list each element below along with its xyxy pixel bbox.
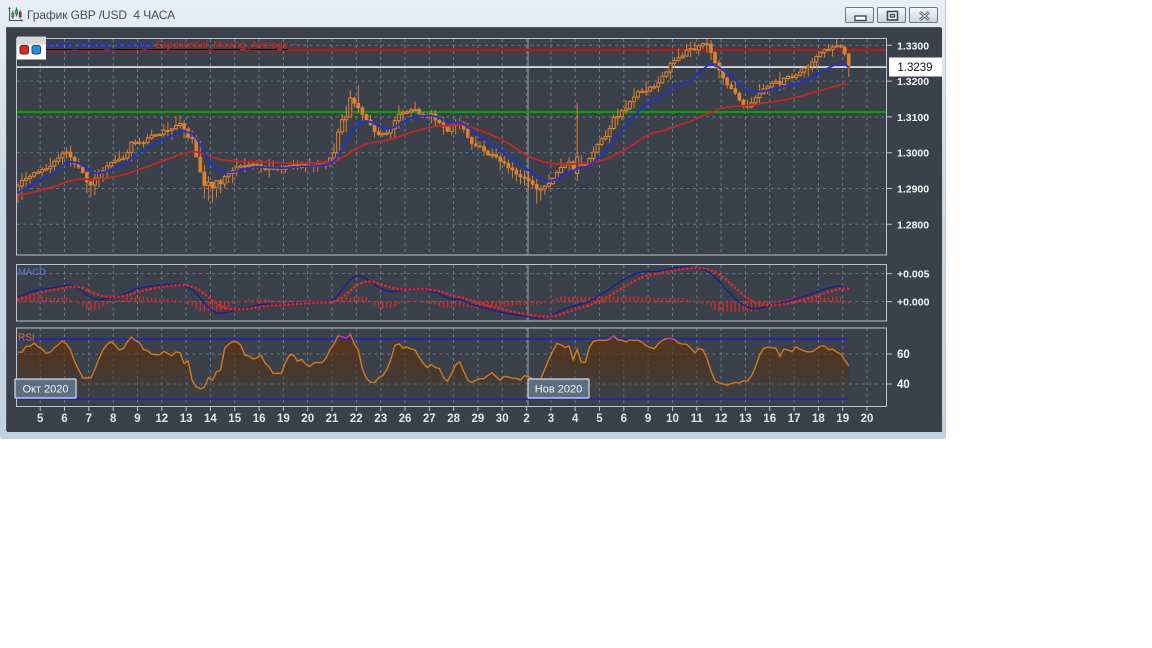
svg-text:18: 18 — [812, 413, 825, 425]
svg-text:2: 2 — [523, 413, 529, 425]
svg-text:22: 22 — [350, 413, 363, 425]
svg-text:RSI: RSI — [18, 333, 35, 344]
svg-text:+0.005: +0.005 — [897, 269, 930, 281]
svg-text:60: 60 — [897, 349, 910, 361]
svg-text:17: 17 — [788, 413, 801, 425]
svg-text:1.3300: 1.3300 — [897, 40, 929, 52]
svg-text:7: 7 — [86, 413, 92, 425]
svg-text:3: 3 — [548, 413, 554, 425]
svg-text:12: 12 — [715, 413, 728, 425]
svg-text:40: 40 — [897, 379, 910, 391]
svg-text:20: 20 — [301, 413, 314, 425]
svg-text:6: 6 — [621, 413, 627, 425]
svg-text:16: 16 — [253, 413, 266, 425]
svg-text:1.3200: 1.3200 — [897, 76, 929, 88]
svg-text:5: 5 — [596, 413, 603, 425]
svg-text:30: 30 — [496, 413, 509, 425]
svg-text:16: 16 — [763, 413, 776, 425]
svg-text:1.3239: 1.3239 — [897, 62, 932, 74]
svg-text:15: 15 — [228, 413, 241, 425]
svg-text:28: 28 — [447, 413, 460, 425]
svg-text:13: 13 — [180, 413, 193, 425]
svg-text:11: 11 — [691, 413, 704, 425]
svg-text:1.2800: 1.2800 — [897, 219, 929, 231]
svg-text:26: 26 — [399, 413, 412, 425]
svg-text:13: 13 — [739, 413, 752, 425]
svg-text:6: 6 — [61, 413, 67, 425]
svg-text:Exponential_Moving_Average:Exp: Exponential_Moving_Average:Exponential_M… — [20, 40, 289, 51]
svg-text:Окт 2020: Окт 2020 — [22, 384, 68, 396]
svg-text:10: 10 — [666, 413, 679, 425]
svg-text:27: 27 — [423, 413, 436, 425]
svg-text:Нов 2020: Нов 2020 — [535, 384, 582, 396]
svg-text:8: 8 — [110, 413, 117, 425]
svg-text:4: 4 — [572, 413, 579, 425]
svg-text:21: 21 — [326, 413, 339, 425]
svg-text:5: 5 — [37, 413, 44, 425]
svg-text:19: 19 — [277, 413, 290, 425]
svg-text:1.3000: 1.3000 — [897, 148, 929, 160]
svg-text:9: 9 — [645, 413, 651, 425]
svg-text:1.3100: 1.3100 — [897, 112, 929, 124]
svg-text:9: 9 — [134, 413, 140, 425]
svg-text:1.2900: 1.2900 — [897, 184, 929, 196]
svg-text:14: 14 — [204, 413, 217, 425]
svg-text:MACD: MACD — [18, 267, 46, 278]
svg-text:23: 23 — [374, 413, 387, 425]
svg-text:+0.000: +0.000 — [897, 297, 930, 309]
svg-text:19: 19 — [836, 413, 849, 425]
svg-text:29: 29 — [472, 413, 485, 425]
svg-text:12: 12 — [155, 413, 168, 425]
svg-text:20: 20 — [861, 413, 874, 425]
